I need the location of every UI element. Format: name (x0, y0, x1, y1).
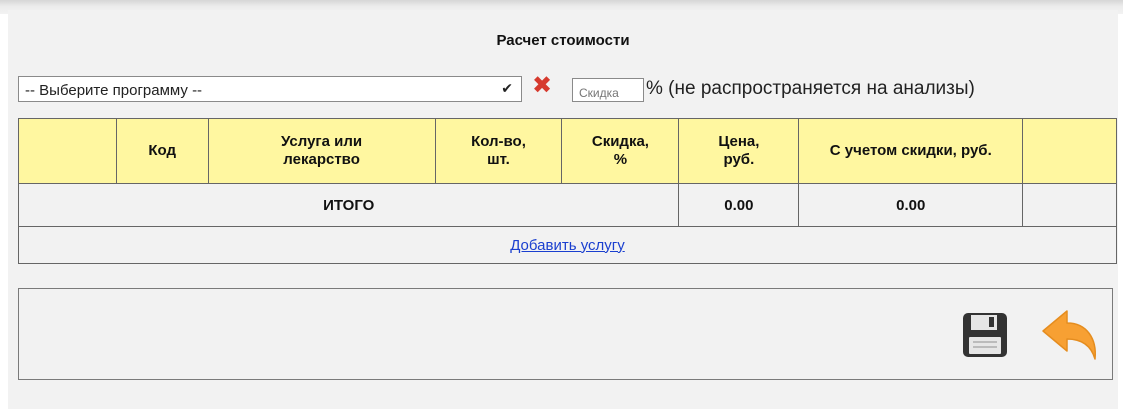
discount-note: % (не распространяется на анализы) (646, 78, 975, 99)
program-select-value: -- Выберите программу -- (25, 82, 203, 99)
total-discounted-price: 0.00 (798, 183, 1024, 227)
add-service-row: Добавить услугу (18, 226, 1117, 264)
program-select[interactable]: -- Выберите программу -- ✔ (18, 76, 522, 102)
total-price: 0.00 (678, 183, 800, 227)
total-label: ИТОГО (17, 183, 680, 227)
table-header-row: Код Услуга или лекарство Кол-во, шт. Ски… (18, 118, 1117, 184)
services-table: Код Услуга или лекарство Кол-во, шт. Ски… (17, 118, 1117, 264)
column-header-discount: Скидка, % (561, 118, 680, 184)
close-icon[interactable]: ✖ (530, 74, 554, 98)
discount-input[interactable] (572, 78, 644, 102)
undo-arrow-icon[interactable] (1039, 307, 1101, 363)
chevron-down-icon: ✔ (501, 80, 513, 96)
column-header-discounted-price: С учетом скидки, руб. (798, 118, 1024, 184)
save-icon[interactable] (961, 311, 1009, 359)
column-header-quantity: Кол-во, шт. (434, 118, 563, 184)
total-empty-cell (1022, 183, 1117, 227)
column-header-service: Услуга или лекарство (207, 118, 436, 184)
column-header-code: Код (115, 118, 209, 184)
total-row: ИТОГО 0.00 0.00 (17, 183, 1117, 227)
actions-bar (18, 288, 1113, 380)
add-service-cell: Добавить услугу (18, 226, 1117, 264)
column-header-price: Цена, руб. (678, 118, 800, 184)
column-header (18, 118, 117, 184)
add-service-link[interactable]: Добавить услугу (510, 237, 625, 254)
page-title: Расчет стоимости (496, 32, 630, 49)
column-header (1022, 118, 1117, 184)
